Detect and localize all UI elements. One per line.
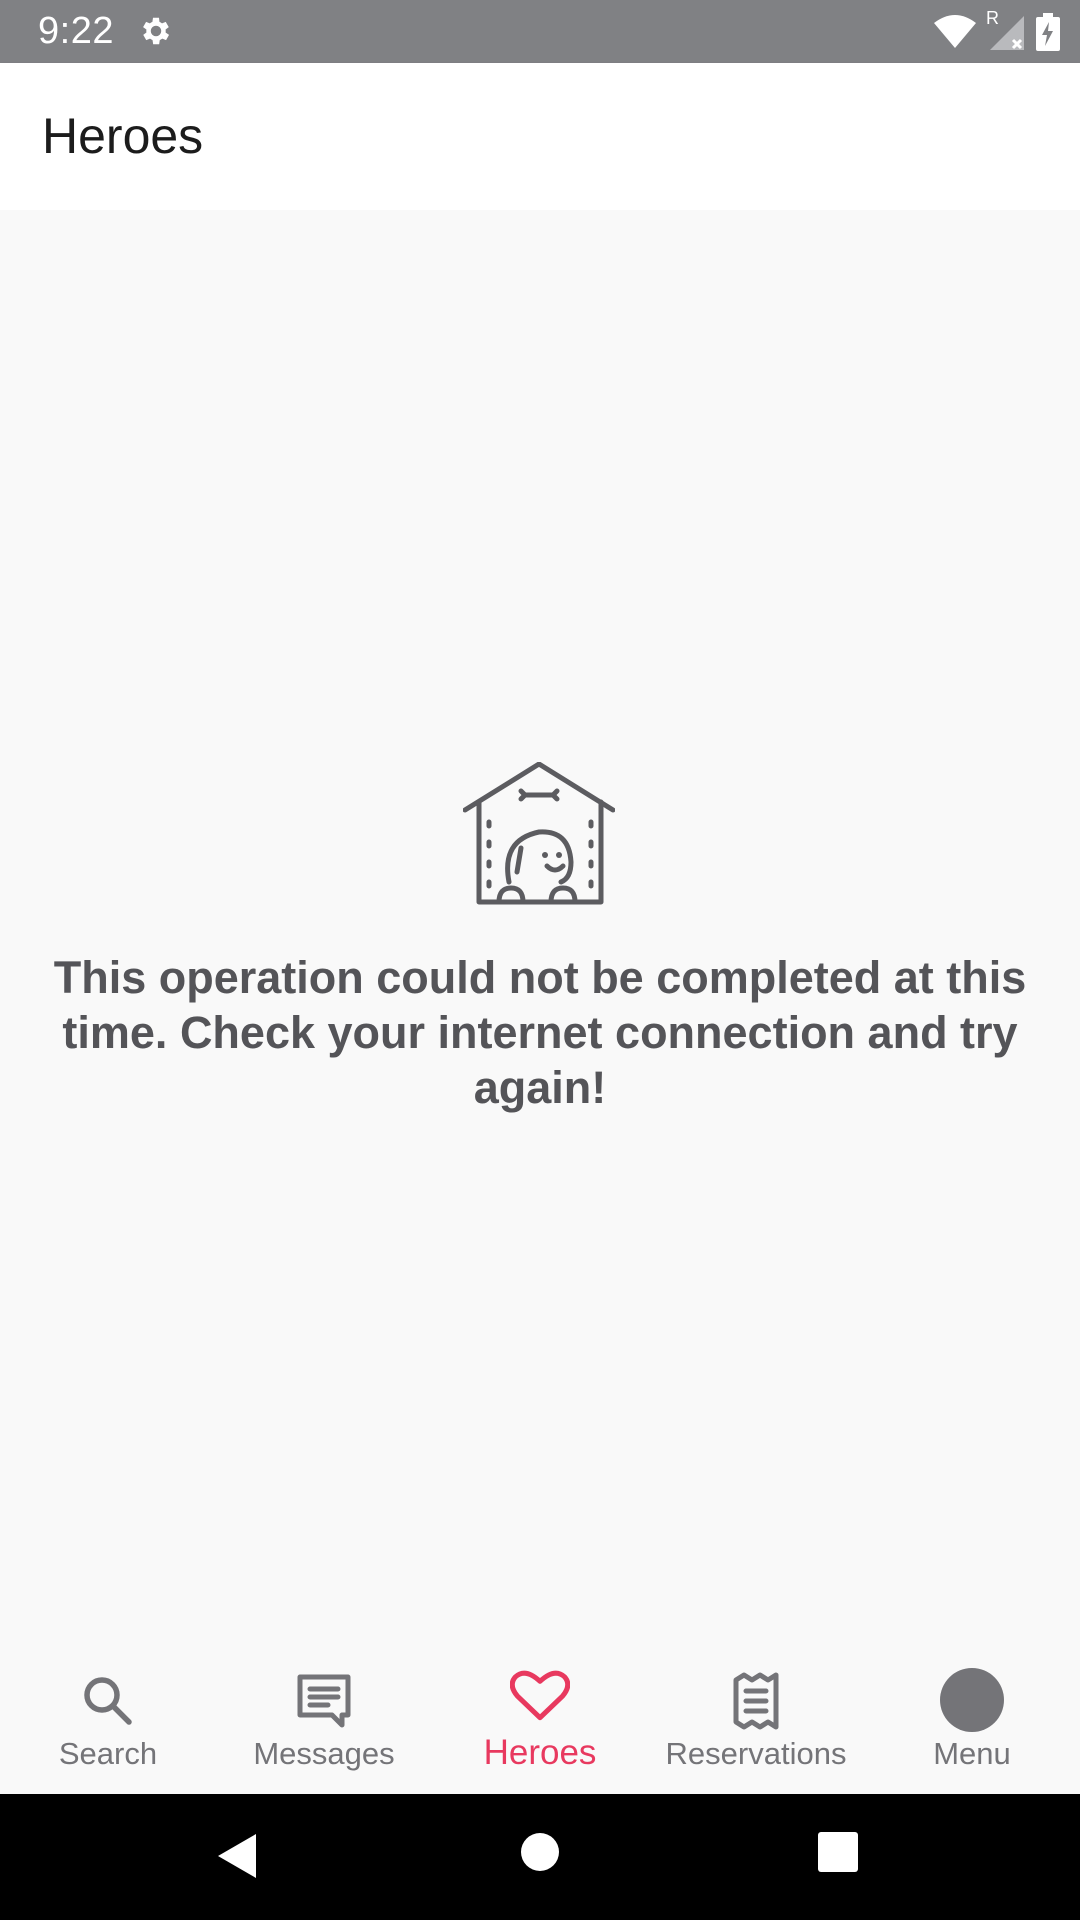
page-title: Heroes xyxy=(42,108,204,164)
home-icon[interactable] xyxy=(520,1832,560,1872)
receipt-icon xyxy=(726,1671,786,1731)
system-navigation-bar xyxy=(0,1794,1080,1920)
bottom-navigation: Search Messages Heroes Reservations Menu xyxy=(0,1633,1080,1794)
back-icon[interactable] xyxy=(216,1832,258,1880)
status-icons: R xyxy=(934,8,1060,52)
app-bar: Heroes xyxy=(0,63,1080,210)
signal-roaming-icon: R xyxy=(986,8,1026,52)
status-time: 9:22 xyxy=(38,10,114,52)
nav-label-search: Search xyxy=(58,1736,158,1771)
nav-label-heroes: Heroes xyxy=(483,1733,597,1772)
nav-item-menu[interactable]: Menu xyxy=(864,1633,1080,1794)
nav-item-messages[interactable]: Messages xyxy=(216,1633,432,1794)
search-icon xyxy=(78,1671,138,1731)
heart-icon xyxy=(510,1665,570,1725)
status-bar: 9:22 R xyxy=(0,0,1080,63)
nav-label-menu: Menu xyxy=(933,1736,1011,1771)
recents-icon[interactable] xyxy=(818,1832,858,1872)
avatar-icon xyxy=(940,1668,1004,1732)
nav-label-reservations: Reservations xyxy=(665,1736,847,1771)
wifi-icon xyxy=(934,15,976,48)
content-area: This operation could not be completed at… xyxy=(0,210,1080,1633)
message-icon xyxy=(294,1671,354,1731)
settings-gear-icon xyxy=(143,17,170,45)
nav-label-messages: Messages xyxy=(253,1736,395,1771)
error-message: This operation could not be completed at… xyxy=(53,952,1027,1113)
battery-charging-icon xyxy=(1036,13,1060,51)
nav-item-reservations[interactable]: Reservations xyxy=(648,1633,864,1794)
dog-house-icon xyxy=(463,762,615,905)
nav-item-heroes[interactable]: Heroes xyxy=(432,1633,648,1794)
nav-item-search[interactable]: Search xyxy=(0,1633,216,1794)
